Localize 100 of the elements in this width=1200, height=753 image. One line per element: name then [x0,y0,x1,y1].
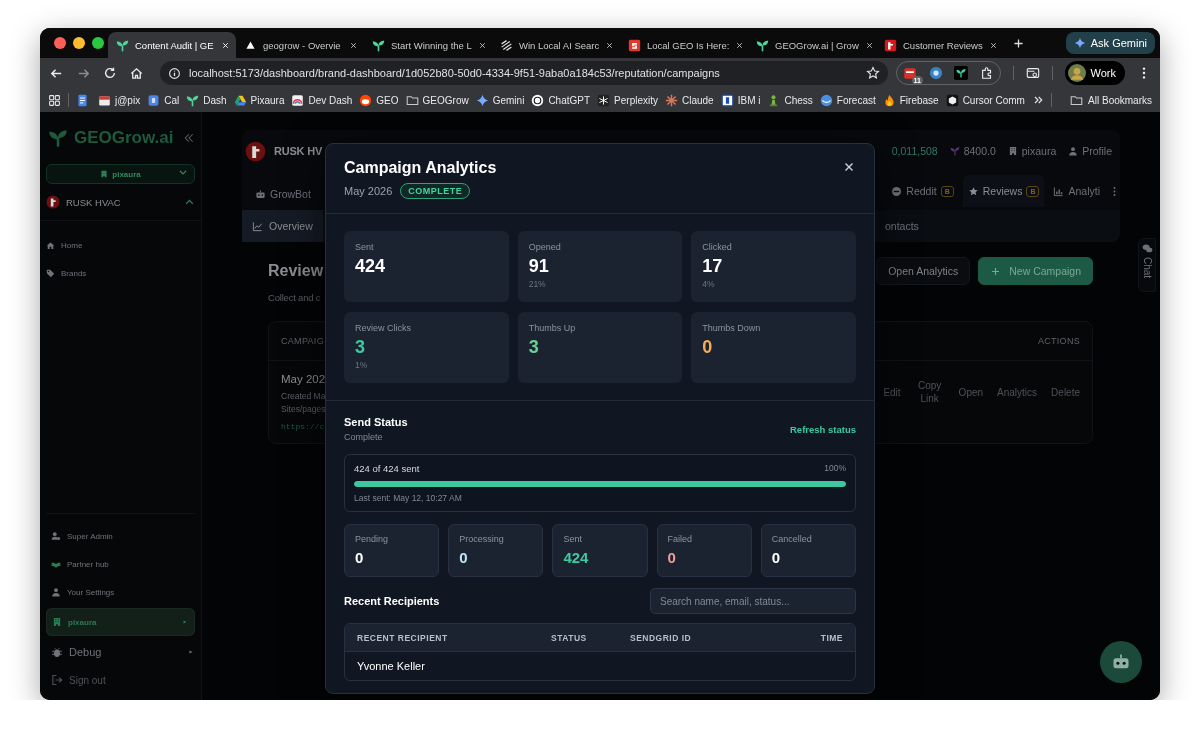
circle-icon[interactable] [928,66,943,80]
document-icon[interactable] [76,93,89,107]
close-icon[interactable] [605,40,615,50]
refresh-status-link[interactable]: Refresh status [790,423,856,435]
nav-tab[interactable]: Analyti [1048,175,1105,207]
column-header: RECENT RECIPIENT [357,632,449,643]
open-analytics-button[interactable]: Open Analytics [876,257,971,285]
bookmark[interactable]: GEO [359,93,399,107]
header-stat: 0,011,508 [891,145,938,157]
metric-label: Opened [528,242,562,252]
star-icon[interactable] [866,66,881,80]
maximize-dot-icon[interactable] [92,37,104,49]
sidebar-item[interactable]: Brands [46,259,195,287]
count-value: 0 [667,549,677,566]
bookmark[interactable]: Perplexity [597,93,658,107]
logo-icon [46,195,60,209]
bookmark[interactable]: Gemini [475,93,525,107]
bookmark[interactable]: Cursor Comm [945,93,1025,107]
browser-tab[interactable]: Win Local AI Searc [492,32,620,58]
search-field[interactable]: Search name, email, status... [650,588,856,614]
reload-icon[interactable] [103,66,117,80]
tab-search-icon[interactable] [1025,66,1040,80]
browser-tab[interactable]: GEOGrow.ai | Grow [748,32,876,58]
sidebar-item[interactable]: Super Admin [46,522,195,550]
browser-tab[interactable]: Start Winning the L [364,32,492,58]
bookmark[interactable]: Dash [186,93,227,107]
nav-tab[interactable]: GrowBot [250,178,316,210]
square-icon [147,93,161,107]
robot-icon [255,188,266,200]
sub-tab[interactable]: ontacts [875,210,929,242]
bookmark[interactable]: Firebase [882,93,939,107]
metric-label: Clicked [702,242,733,252]
bookmark[interactable]: IBM i [720,93,761,107]
home-icon[interactable] [129,65,144,81]
close-icon[interactable] [221,40,230,50]
home-icon [46,240,55,250]
puzzle-icon[interactable] [979,66,994,80]
close-icon[interactable] [477,40,487,50]
browser-tab[interactable]: Content Audit | GE [108,32,236,58]
app-logo: GEOGrow.ai [74,128,175,148]
browser-tab[interactable]: Local GEO Is Here: [620,32,748,58]
sidebar-item[interactable]: Partner hub [46,550,195,578]
stripes-icon [500,38,513,52]
globe-icon [819,93,833,107]
page-subtitle: Collect and c [268,292,322,303]
tag-icon [46,268,55,278]
bookmark[interactable]: ChatGPT [531,93,591,107]
chat-icon [1141,243,1153,254]
brand-selector[interactable]: RUSK HVAC [40,184,201,221]
bookmark[interactable]: Pixaura [233,93,285,107]
minimize-dot-icon[interactable] [73,37,85,49]
sidebar-item[interactable]: Your Settings [46,578,195,606]
section-title: Recent Recipients [344,595,440,607]
person-icon [51,587,61,597]
rainbow-icon [291,93,305,107]
metric-value: 424 [355,256,387,277]
building-icon [52,617,62,627]
calendar-icon[interactable] [902,66,917,80]
bookmark[interactable]: Chess [767,93,813,107]
close-icon[interactable] [349,40,358,50]
address-bar[interactable]: localhost:5173/dashboard/brand-dashboard/1d052b80-50d0-4334-9f51-9aba0a184c53/reputation/campaigns [160,61,889,85]
bookmark[interactable]: Cal [147,93,180,107]
collapse-icon[interactable] [183,132,195,144]
count-label: Pending [355,534,390,544]
submenu-arrow-icon [187,648,195,656]
header-stat: 8400.0 [963,145,996,157]
sidebar-item[interactable]: Home [46,231,195,259]
chatbot-button[interactable] [1100,641,1142,683]
sites-label: Sites/pages [281,404,326,414]
bookmark[interactable]: Forecast [819,93,876,107]
apps-icon[interactable] [48,93,61,107]
browser-tab[interactable]: Customer Reviews [876,32,1004,58]
sidebar-item[interactable]: Debug [46,638,195,666]
sprout-icon [949,146,960,156]
org-select[interactable]: pixaura [46,164,195,184]
metric-value: 3 [528,337,540,358]
bookmark[interactable]: j@pix [98,93,141,107]
plus-icon [990,265,1002,277]
count-label: Sent [563,534,583,544]
metric-rate: 4% [702,279,716,289]
count-label: Failed [667,534,694,544]
close-icon[interactable] [989,40,998,50]
sprout-icon[interactable] [954,66,969,80]
browser-tab[interactable]: geogrow - Overvie [236,32,364,58]
chat-tab[interactable]: Chat [1138,238,1156,292]
bookmark[interactable]: Claude [665,93,714,107]
sprout-icon [116,38,129,52]
new-tab-icon[interactable] [1012,36,1025,50]
ask-gemini-button[interactable]: Ask Gemini [1065,32,1155,54]
sub-tab[interactable]: Overview [242,210,323,242]
snowflake-icon [597,93,611,107]
metric-label: Review Clicks [355,323,412,333]
bookmark[interactable]: GEOGrow [405,93,469,107]
bookmark[interactable]: Dev Dash [291,93,353,107]
sprout-icon [756,38,769,52]
close-icon[interactable] [735,40,745,50]
bookmark-folder[interactable]: All Bookmarks [1070,93,1152,107]
close-icon[interactable] [864,40,874,50]
profile-button[interactable]: Work [1064,61,1125,85]
close-dot-icon[interactable] [54,37,66,49]
